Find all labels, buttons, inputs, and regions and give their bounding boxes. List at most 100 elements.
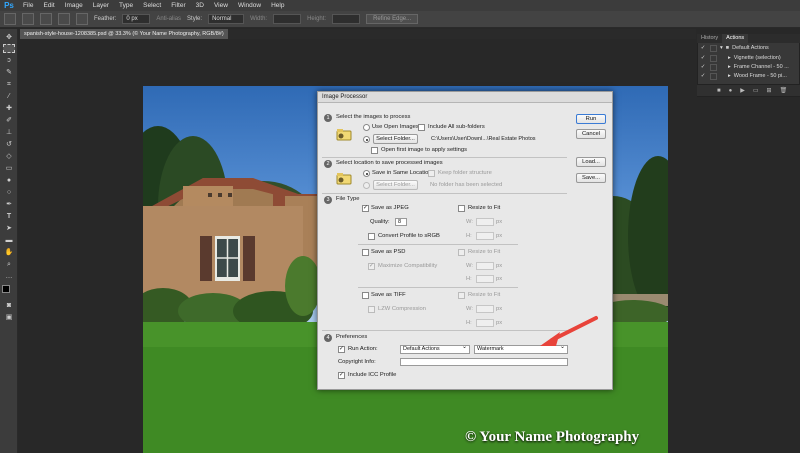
add-selection-icon[interactable] [40, 13, 52, 25]
lasso-tool-icon[interactable]: ↄ [3, 56, 15, 65]
intersect-selection-icon[interactable] [76, 13, 88, 25]
jpeg-height-input[interactable] [476, 232, 494, 240]
tiff-height-input[interactable] [476, 319, 494, 327]
menu-filter[interactable]: Filter [166, 0, 190, 11]
open-first-image-checkbox[interactable] [371, 147, 378, 154]
check-icon[interactable]: ✓ [699, 72, 707, 81]
check-icon[interactable]: ✓ [699, 44, 707, 53]
marquee-tool-icon[interactable] [3, 44, 15, 53]
quality-input[interactable]: 8 [395, 218, 407, 226]
convert-srgb-checkbox[interactable] [368, 233, 375, 240]
trash-icon[interactable]: 🗑 [780, 87, 788, 94]
healing-brush-tool-icon[interactable]: ✚ [3, 104, 15, 113]
run-action-checkbox[interactable]: ✓ [338, 346, 345, 353]
select-folder-button[interactable]: Select Folder... [373, 134, 418, 144]
lzw-checkbox[interactable] [368, 306, 375, 313]
new-set-icon[interactable]: ▭ [753, 87, 759, 94]
shape-tool-icon[interactable]: ▬ [3, 236, 15, 245]
dialog-toggle-icon[interactable] [710, 45, 717, 52]
anti-alias-checkbox[interactable]: Anti-alias [156, 16, 181, 22]
expand-triangle-icon[interactable]: ▾ [720, 44, 723, 53]
foreground-color-swatch[interactable] [2, 285, 10, 293]
menu-window[interactable]: Window [233, 0, 266, 11]
gradient-tool-icon[interactable]: ▭ [3, 164, 15, 173]
psd-resize-fit-checkbox[interactable] [458, 249, 465, 256]
quick-selection-tool-icon[interactable]: ✎ [3, 68, 15, 77]
tiff-width-input[interactable] [476, 305, 494, 313]
tab-actions[interactable]: Actions [722, 34, 749, 43]
eraser-tool-icon[interactable]: ◇ [3, 152, 15, 161]
path-selection-tool-icon[interactable]: ➤ [3, 224, 15, 233]
eyedropper-tool-icon[interactable]: ⁄ [3, 92, 15, 101]
psd-height-input[interactable] [476, 275, 494, 283]
subtract-selection-icon[interactable] [58, 13, 70, 25]
document-tab[interactable]: spanish-style-house-1208385.psd @ 33.3% … [20, 29, 228, 39]
history-brush-tool-icon[interactable]: ↺ [3, 140, 15, 149]
blur-tool-icon[interactable]: ● [3, 176, 15, 185]
tab-history[interactable]: History [697, 34, 722, 43]
maximize-compat-checkbox[interactable]: ✓ [368, 263, 375, 270]
marquee-tool-preset-icon[interactable] [4, 13, 16, 25]
save-psd-checkbox[interactable] [362, 249, 369, 256]
select-dest-folder-button[interactable]: Select Folder... [373, 180, 418, 190]
expand-triangle-icon[interactable]: ▸ [728, 63, 731, 72]
zoom-tool-icon[interactable]: ⌕ [3, 260, 15, 269]
cancel-button[interactable]: Cancel [576, 129, 606, 139]
dialog-toggle-icon[interactable] [710, 73, 717, 80]
quick-mask-icon[interactable]: ◙ [3, 301, 15, 310]
clone-stamp-tool-icon[interactable]: ⊥ [3, 128, 15, 137]
action-row[interactable]: ✓ ▾ ■ Default Actions [699, 44, 798, 53]
save-button[interactable]: Save... [576, 173, 606, 183]
menu-file[interactable]: File [18, 0, 38, 11]
menu-edit[interactable]: Edit [38, 0, 59, 11]
screen-mode-icon[interactable]: ▣ [3, 313, 15, 322]
menu-view[interactable]: View [209, 0, 233, 11]
feather-input[interactable]: 0 px [122, 14, 151, 24]
dialog-toggle-icon[interactable] [710, 64, 717, 71]
load-button[interactable]: Load... [576, 157, 606, 167]
include-subfolders-checkbox[interactable] [418, 124, 425, 131]
expand-triangle-icon[interactable]: ▸ [728, 54, 731, 63]
action-set-select[interactable]: Default Actions [400, 344, 470, 354]
save-jpeg-checkbox[interactable]: ✓ [362, 205, 369, 212]
dialog-toggle-icon[interactable] [710, 55, 717, 62]
new-action-icon[interactable]: ⊞ [767, 87, 772, 94]
crop-tool-icon[interactable]: ⌗ [3, 80, 15, 89]
keep-folder-structure-checkbox[interactable] [428, 170, 435, 177]
select-folder-radio[interactable] [363, 136, 370, 143]
menu-select[interactable]: Select [138, 0, 166, 11]
hand-tool-icon[interactable]: ✋ [3, 248, 15, 257]
run-button[interactable]: Run [576, 114, 606, 124]
save-tiff-checkbox[interactable] [362, 292, 369, 299]
record-icon[interactable]: ● [729, 88, 733, 94]
psd-width-input[interactable] [476, 262, 494, 270]
menu-type[interactable]: Type [114, 0, 138, 11]
brush-tool-icon[interactable]: ✐ [3, 116, 15, 125]
pen-tool-icon[interactable]: ✒ [3, 200, 15, 209]
jpeg-resize-fit-checkbox[interactable] [458, 205, 465, 212]
copyright-input[interactable] [400, 358, 568, 366]
tiff-resize-fit-checkbox[interactable] [458, 292, 465, 299]
stop-icon[interactable]: ■ [717, 88, 721, 94]
save-same-location-radio[interactable] [363, 170, 370, 177]
dodge-tool-icon[interactable]: ○ [3, 188, 15, 197]
action-row[interactable]: ✓ ▸ Wood Frame - 50 pi... [699, 72, 798, 81]
menu-layer[interactable]: Layer [88, 0, 114, 11]
use-open-images-radio[interactable] [363, 124, 370, 131]
include-icc-checkbox[interactable]: ✓ [338, 372, 345, 379]
action-row[interactable]: ✓ ▸ Frame Channel - 50 ... [699, 63, 798, 72]
refine-edge-button[interactable]: Refine Edge... [366, 14, 419, 24]
more-tools-icon[interactable]: … [3, 272, 15, 281]
menu-help[interactable]: Help [266, 0, 289, 11]
type-tool-icon[interactable]: T [3, 212, 15, 221]
style-select[interactable]: Normal [208, 14, 245, 24]
new-selection-icon[interactable] [22, 13, 34, 25]
expand-triangle-icon[interactable]: ▸ [728, 72, 731, 81]
menu-3d[interactable]: 3D [191, 0, 209, 11]
move-tool-icon[interactable]: ✥ [3, 33, 15, 42]
check-icon[interactable]: ✓ [699, 54, 707, 63]
play-icon[interactable]: ▶ [740, 87, 745, 94]
check-icon[interactable]: ✓ [699, 63, 707, 72]
select-dest-folder-radio[interactable] [363, 182, 370, 189]
height-input[interactable] [332, 14, 361, 24]
